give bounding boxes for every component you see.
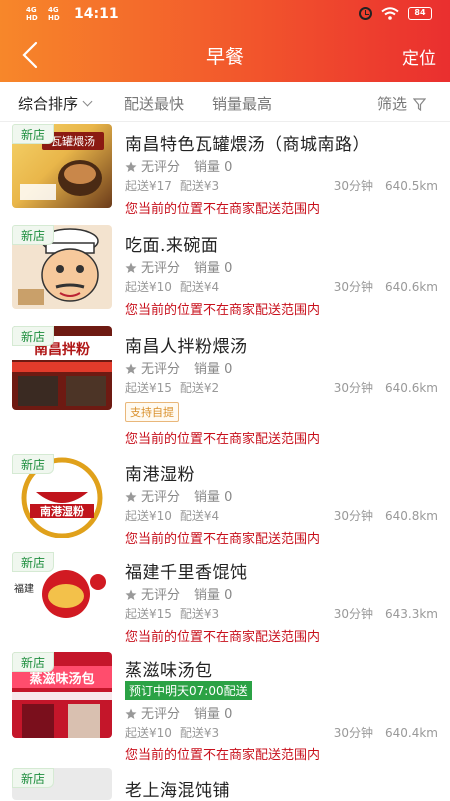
chevron-down-icon xyxy=(82,96,93,107)
delivery-info: 起送¥10 配送¥4 30分钟 640.8km xyxy=(125,509,438,523)
new-store-badge: 新店 xyxy=(12,768,54,788)
delivery-info: 起送¥15 配送¥2 30分钟 640.6km xyxy=(125,381,438,395)
signal-2-icon: 4G HD xyxy=(48,6,60,22)
svg-text:蒸滋味汤包: 蒸滋味汤包 xyxy=(29,671,94,687)
status-bar: 4G HD 4G HD 14:11 84 xyxy=(0,0,450,30)
shop-rating: 无评分 销量 0 xyxy=(125,257,232,276)
star-icon xyxy=(125,708,137,719)
new-store-badge: 新店 xyxy=(12,225,54,245)
signal-1-icon: 4G HD xyxy=(26,6,38,22)
out-of-range-warning: 您当前的位置不在商家配送范围内 xyxy=(125,630,321,645)
shop-name: 老上海混饨铺 xyxy=(125,781,230,801)
svg-text:瓦罐煨汤: 瓦罐煨汤 xyxy=(51,134,95,148)
delivery-info: 起送¥10 配送¥4 30分钟 640.6km xyxy=(125,280,438,294)
shop-rating: 无评分 销量 0 xyxy=(125,703,232,722)
filter-funnel-icon xyxy=(413,98,427,111)
delivery-info: 起送¥10 配送¥3 30分钟 640.4km xyxy=(125,726,438,740)
shop-rating: 无评分 销量 0 xyxy=(125,358,232,377)
status-time: 14:11 xyxy=(74,6,119,22)
out-of-range-warning: 您当前的位置不在商家配送范围内 xyxy=(125,748,321,763)
shop-rating: 无评分 销量 0 xyxy=(125,584,232,603)
out-of-range-warning: 您当前的位置不在商家配送范围内 xyxy=(125,303,321,318)
delivery-info: 起送¥15 配送¥3 30分钟 643.3km xyxy=(125,607,438,621)
alarm-icon xyxy=(359,7,372,20)
star-icon xyxy=(125,262,137,273)
new-store-badge: 新店 xyxy=(12,652,54,672)
preorder-tag: 预订中明天07:00配送 xyxy=(125,681,252,700)
sort-fastest-delivery[interactable]: 配送最快 xyxy=(124,93,184,114)
svg-text:南港湿粉: 南港湿粉 xyxy=(40,504,84,518)
new-store-badge: 新店 xyxy=(12,124,54,144)
star-icon xyxy=(125,491,137,502)
star-icon xyxy=(125,363,137,374)
shop-name: 南港湿粉 xyxy=(125,465,195,485)
locate-button[interactable]: 定位 xyxy=(402,44,436,69)
out-of-range-warning: 您当前的位置不在商家配送范围内 xyxy=(125,202,321,217)
shop-name: 蒸滋味汤包 xyxy=(125,661,213,681)
svg-text:福建: 福建 xyxy=(14,582,34,595)
sort-top-sales[interactable]: 销量最高 xyxy=(212,93,272,114)
shop-rating: 无评分 销量 0 xyxy=(125,486,232,505)
self-pickup-tag: 支持自提 xyxy=(125,402,179,422)
app-header: 4G HD 4G HD 14:11 84 早餐 定位 xyxy=(0,0,450,82)
shop-name: 南昌特色瓦罐煨汤（商城南路） xyxy=(125,135,370,155)
sort-comprehensive[interactable]: 综合排序 xyxy=(18,93,93,114)
out-of-range-warning: 您当前的位置不在商家配送范围内 xyxy=(125,432,321,447)
new-store-badge: 新店 xyxy=(12,552,54,572)
star-icon xyxy=(125,589,137,600)
new-store-badge: 新店 xyxy=(12,454,54,474)
page-title: 早餐 xyxy=(205,46,244,68)
out-of-range-warning: 您当前的位置不在商家配送范围内 xyxy=(125,532,321,547)
shop-name: 南昌人拌粉煨汤 xyxy=(125,337,248,357)
delivery-info: 起送¥17 配送¥3 30分钟 640.5km xyxy=(125,179,438,193)
battery-icon: 84 xyxy=(408,7,432,20)
star-icon xyxy=(125,161,137,172)
shop-name: 吃面.来碗面 xyxy=(125,236,219,256)
filter-button[interactable]: 筛选 xyxy=(377,93,427,114)
wifi-icon xyxy=(381,7,399,20)
shop-name: 福建千里香馄饨 xyxy=(125,563,248,583)
sort-bar: 综合排序 配送最快 销量最高 筛选 xyxy=(0,82,450,122)
new-store-badge: 新店 xyxy=(12,326,54,346)
shop-rating: 无评分 销量 0 xyxy=(125,156,232,175)
